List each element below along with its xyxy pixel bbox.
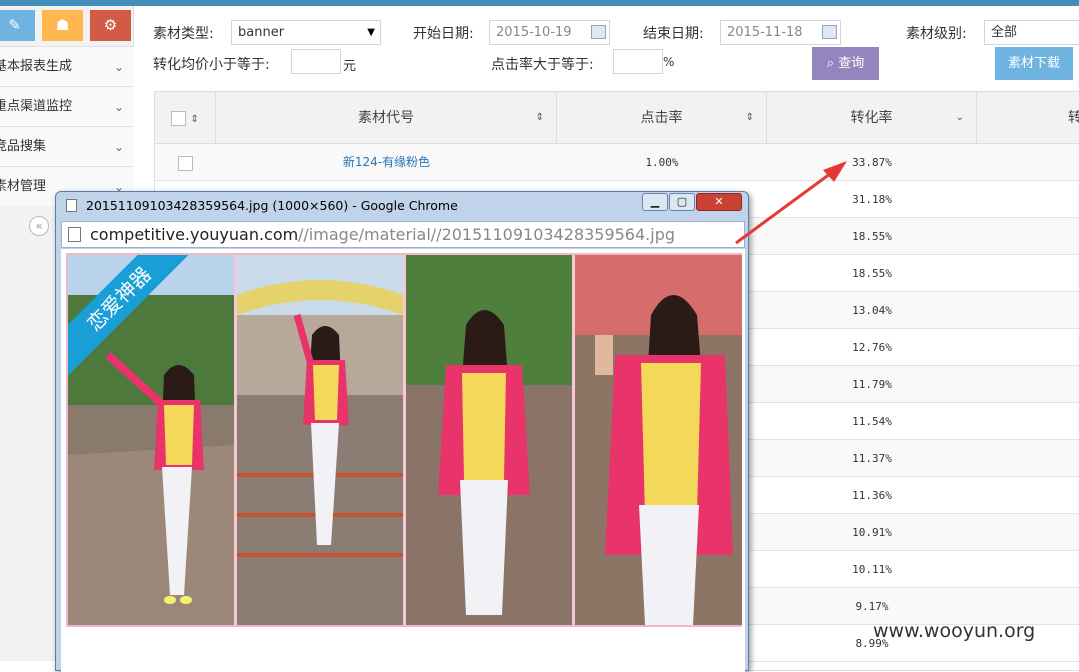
users-shortcut-button[interactable]: ☗	[42, 10, 83, 41]
column-header-more[interactable]: 转	[977, 92, 1079, 144]
material-level-value: 全部	[991, 25, 1018, 40]
address-bar[interactable]: competitive.youyuan.com //image/material…	[61, 221, 745, 248]
start-date-input[interactable]: 2015-10-19	[489, 20, 610, 45]
close-button[interactable]: ✕	[696, 193, 742, 211]
column-header-material-code[interactable]: 素材代号 ⇕	[216, 92, 557, 144]
photo-panel-3	[406, 255, 572, 625]
sidebar-item-basic-report[interactable]: 基本报表生成 ⌄	[0, 46, 134, 86]
conversion-rate-cell: 13.04%	[852, 304, 892, 317]
column-header-label: 转	[1068, 110, 1079, 126]
photo-illustration	[406, 255, 572, 625]
material-type-value: banner	[238, 25, 285, 40]
start-date-value: 2015-10-19	[496, 25, 572, 40]
sidebar-item-label: 重点渠道监控	[0, 99, 73, 114]
ctr-cell: 1.00%	[645, 156, 679, 169]
conversion-rate-cell: 12.76%	[852, 341, 892, 354]
conversion-rate-cell: 11.36%	[852, 489, 892, 502]
sidebar-item-label: 素材管理	[0, 179, 47, 194]
pencil-icon: ✎	[8, 16, 21, 34]
conversion-price-input[interactable]	[291, 49, 341, 74]
material-type-label: 素材类型:	[153, 26, 214, 42]
sort-icon: ⇕	[745, 112, 754, 123]
column-header-label: 转化率	[850, 110, 893, 126]
table-header: ⇕ 素材代号 ⇕ 点击率 ⇕ 转化率 ⌄ 转	[155, 92, 1079, 144]
material-type-select[interactable]: banner ▼	[231, 20, 381, 45]
column-header-conversion[interactable]: 转化率 ⌄	[767, 92, 977, 144]
photo-illustration	[237, 255, 403, 625]
conversion-rate-cell: 11.79%	[852, 378, 892, 391]
document-icon	[66, 199, 77, 212]
query-button[interactable]: ⌕ 查询	[812, 47, 879, 80]
conversion-rate-cell: 11.54%	[852, 415, 892, 428]
users-icon: ☗	[55, 16, 70, 34]
banner-image: 恋爱神器	[66, 253, 742, 627]
chevron-down-icon: ⌄	[113, 140, 124, 154]
search-icon: ⌕	[826, 56, 835, 71]
query-button-label: 查询	[838, 56, 865, 71]
calendar-icon[interactable]	[822, 25, 837, 39]
end-date-input[interactable]: 2015-11-18	[720, 20, 841, 45]
material-level-label: 素材级别:	[906, 26, 967, 42]
row-checkbox[interactable]	[178, 155, 193, 171]
start-date-label: 开始日期:	[413, 26, 474, 42]
url-path: //image/material//20151109103428359564.j…	[298, 225, 676, 244]
end-date-label: 结束日期:	[643, 26, 704, 42]
calendar-icon[interactable]	[591, 25, 606, 39]
window-title: 20151109103428359564.jpg (1000×560) - Go…	[86, 198, 458, 213]
download-button-label: 素材下载	[1007, 56, 1060, 71]
photo-illustration	[575, 255, 742, 625]
ctr-label: 点击率大于等于:	[491, 57, 594, 73]
conversion-price-unit: 元	[343, 59, 357, 74]
caret-down-icon: ▼	[367, 27, 375, 38]
conversion-rate-cell: 33.87%	[852, 156, 892, 169]
minimize-icon: ▁	[650, 195, 660, 208]
photo-panel-1: 恋爱神器	[68, 255, 234, 625]
table-row[interactable]: 新124-有缘粉色 1.00% 33.87%	[155, 144, 1079, 181]
material-level-select[interactable]: 全部	[984, 20, 1079, 45]
column-header-ctr[interactable]: 点击率 ⇕	[557, 92, 767, 144]
select-all-checkbox[interactable]	[171, 110, 187, 126]
conversion-rate-cell: 11.37%	[852, 452, 892, 465]
url-host: competitive.youyuan.com	[90, 225, 299, 244]
material-code-link[interactable]: 新124-有缘粉色	[216, 144, 557, 181]
download-materials-button[interactable]: 素材下载	[995, 47, 1073, 80]
close-icon: ✕	[714, 195, 724, 208]
end-date-value: 2015-11-18	[727, 25, 803, 40]
page-icon	[68, 227, 81, 242]
top-accent-bar	[0, 0, 1079, 6]
sidebar-item-competitor-collect[interactable]: 竞品搜集 ⌄	[0, 126, 134, 166]
photo-panel-2	[237, 255, 403, 625]
conversion-rate-cell: 10.91%	[852, 526, 892, 539]
conversion-rate-cell: 10.11%	[852, 563, 892, 576]
conversion-rate-cell: 18.55%	[852, 267, 892, 280]
row-select-cell	[155, 144, 216, 181]
sort-icon: ⇕	[535, 112, 544, 123]
sidebar-collapse-button[interactable]: «	[29, 216, 49, 236]
sort-icon[interactable]: ⇕	[191, 114, 199, 125]
conversion-price-label: 转化均价小于等于:	[153, 57, 270, 73]
ctr-unit: %	[663, 55, 675, 69]
gears-icon: ⚙	[103, 16, 118, 34]
image-viewport: 恋爱神器	[61, 249, 745, 672]
column-header-label: 素材代号	[358, 110, 414, 126]
maximize-button[interactable]: ▢	[669, 193, 695, 211]
column-header-label: 点击率	[640, 110, 683, 126]
edit-shortcut-button[interactable]: ✎	[0, 10, 35, 41]
conversion-rate-cell: 18.55%	[852, 230, 892, 243]
sidebar-item-label: 竞品搜集	[0, 139, 47, 154]
sort-desc-icon: ⌄	[955, 112, 964, 123]
minimize-button[interactable]: ▁	[642, 193, 668, 211]
chevron-down-icon: ⌄	[113, 100, 124, 114]
ctr-input[interactable]	[613, 49, 663, 74]
select-all-column: ⇕	[155, 92, 216, 144]
watermark: www.wooyun.org	[873, 620, 1036, 642]
chevron-down-icon: ⌄	[113, 60, 124, 74]
photo-panel-4	[575, 255, 742, 625]
image-preview-window[interactable]: 20151109103428359564.jpg (1000×560) - Go…	[55, 191, 749, 672]
conversion-rate-cell: 31.18%	[852, 193, 892, 206]
sidebar-item-label: 基本报表生成	[0, 59, 73, 74]
maximize-icon: ▢	[676, 195, 688, 208]
sidebar-item-channel-monitor[interactable]: 重点渠道监控 ⌄	[0, 86, 134, 126]
settings-shortcut-button[interactable]: ⚙	[90, 10, 131, 41]
